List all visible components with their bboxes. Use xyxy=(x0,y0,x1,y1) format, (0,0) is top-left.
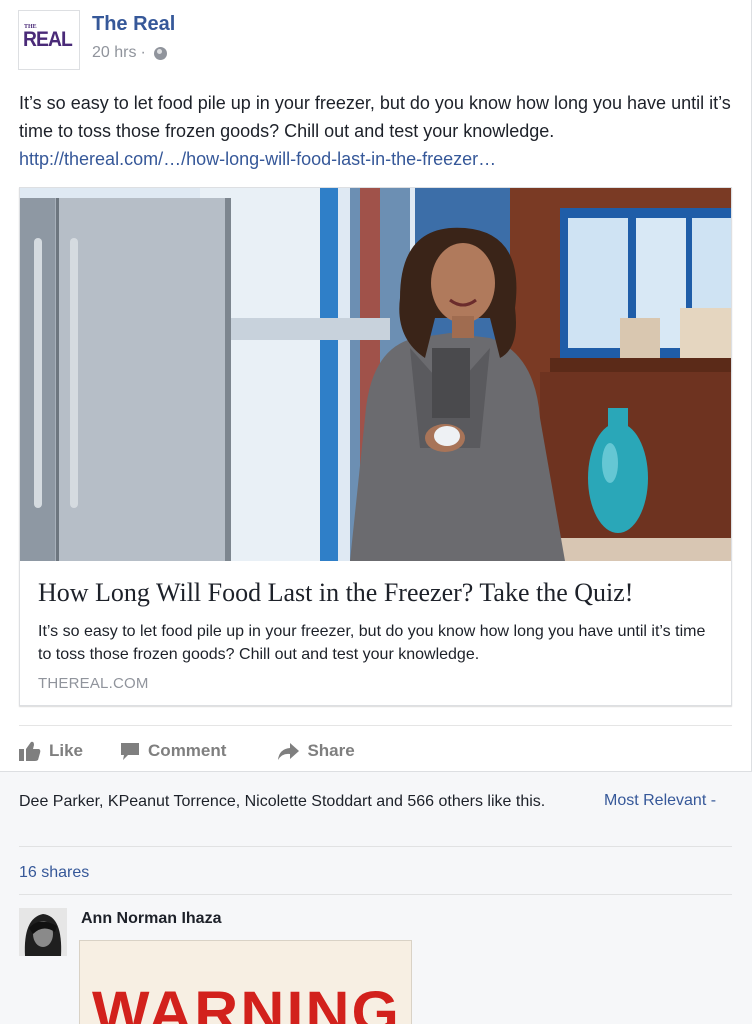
post-timestamp[interactable]: 20 hrs xyxy=(92,44,136,62)
preview-photo-illustration xyxy=(20,188,731,561)
commenter-avatar[interactable] xyxy=(19,908,67,956)
commenter-name[interactable]: Ann Norman Ihaza xyxy=(81,910,221,928)
share-label: Share xyxy=(307,741,355,760)
likes-summary[interactable]: Dee Parker, KPeanut Torrence, Nicolette … xyxy=(19,790,579,814)
link-preview[interactable]: How Long Will Food Last in the Freezer? … xyxy=(19,187,732,706)
like-icon xyxy=(19,741,41,761)
footer-divider xyxy=(19,894,732,895)
preview-title[interactable]: How Long Will Food Last in the Freezer? … xyxy=(38,578,633,608)
share-button[interactable]: Share xyxy=(277,741,355,761)
comment-sort-dropdown[interactable]: Most Relevant - xyxy=(604,792,716,810)
post-meta: 20 hrs · xyxy=(92,44,167,62)
post-card: THE REAL The Real 20 hrs · It’s so easy … xyxy=(0,0,752,1024)
reactions-footer: Dee Parker, KPeanut Torrence, Nicolette … xyxy=(0,771,752,1024)
preview-domain: THEREAL.COM xyxy=(38,675,149,692)
comment-icon xyxy=(121,743,140,760)
like-label: Like xyxy=(49,741,84,760)
actions-top-divider xyxy=(19,725,732,726)
action-bar: Like Comment Share xyxy=(19,738,355,764)
like-button[interactable]: Like xyxy=(19,741,83,761)
comment-button[interactable]: Comment xyxy=(120,741,226,761)
commenter-photo xyxy=(19,908,67,956)
post-text: It’s so easy to let food pile up in your… xyxy=(19,89,734,173)
meta-separator: · xyxy=(140,44,146,61)
page-avatar[interactable]: THE REAL xyxy=(18,10,80,70)
comment-label: Comment xyxy=(148,741,227,760)
logo-text: REAL xyxy=(23,28,73,51)
comment-image[interactable]: WARNING xyxy=(79,940,412,1024)
post-link[interactable]: http://thereal.com/…/how-long-will-food-… xyxy=(19,149,496,169)
post-body: It’s so easy to let food pile up in your… xyxy=(19,93,731,141)
preview-description: It’s so easy to let food pile up in your… xyxy=(38,623,706,663)
footer-divider xyxy=(19,846,732,847)
globe-icon xyxy=(153,46,167,60)
preview-image[interactable] xyxy=(20,188,731,561)
share-icon xyxy=(278,743,300,760)
shares-count-link[interactable]: 16 shares xyxy=(19,864,89,882)
page-name-link[interactable]: The Real xyxy=(92,13,175,36)
warning-image-text: WARNING xyxy=(92,980,402,1024)
